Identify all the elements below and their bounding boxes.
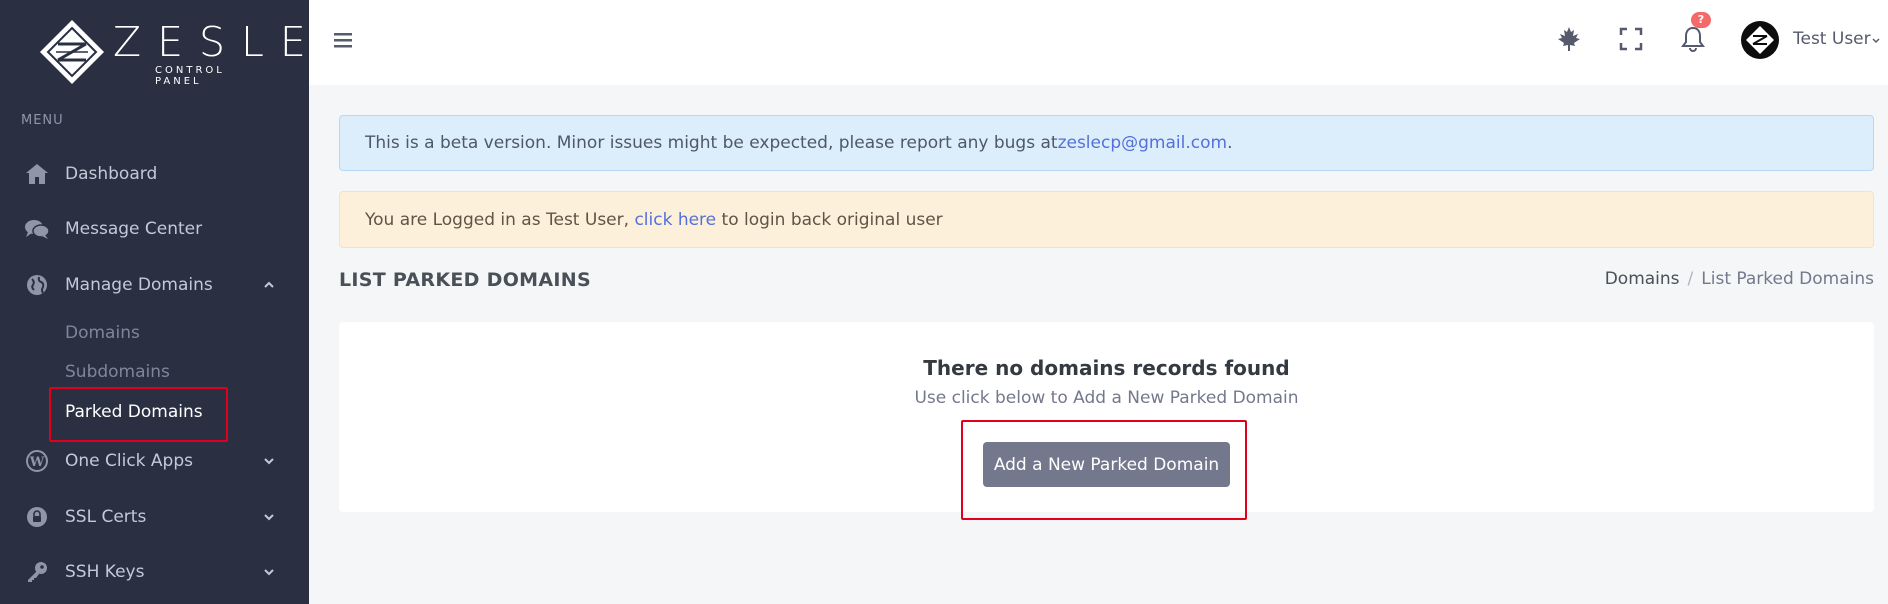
lock-icon: [24, 504, 50, 530]
menu-title: MENU: [21, 113, 64, 128]
chevron-down-icon: [264, 569, 274, 576]
breadcrumb-item-current: List Parked Domains: [1701, 269, 1874, 289]
breadcrumb-item-domains[interactable]: Domains: [1605, 269, 1680, 289]
maple-leaf-icon[interactable]: [1554, 24, 1584, 54]
sidebar-item-manage-domains[interactable]: Manage Domains: [0, 265, 309, 305]
sidebar-item-one-click-apps[interactable]: W One Click Apps: [0, 441, 309, 481]
chevron-up-icon: [264, 281, 274, 288]
home-icon: [24, 161, 50, 187]
beta-email-link[interactable]: zeslecp@gmail.com: [1058, 133, 1228, 153]
chevron-down-icon[interactable]: [1871, 36, 1881, 46]
brand-name: ZESLE: [113, 18, 322, 66]
login-alert-end: to login back original user: [716, 209, 943, 230]
topbar: ? Test User: [309, 0, 1888, 85]
key-icon: [24, 559, 50, 585]
sidebar-item-message-center[interactable]: Message Center: [0, 209, 309, 249]
beta-alert-text: This is a beta version. Minor issues mig…: [365, 133, 1058, 153]
beta-alert-end: .: [1227, 133, 1233, 153]
sidebar-item-label: SSH Keys: [65, 562, 145, 582]
login-alert: You are Logged in as Test User, click he…: [339, 191, 1874, 248]
highlight-box: [49, 387, 228, 442]
sidebar-item-ssh-keys[interactable]: SSH Keys: [0, 552, 309, 592]
sidebar-item-dashboard[interactable]: Dashboard: [0, 154, 309, 194]
sidebar: ZESLE CONTROL PANEL MENU Dashboard Messa…: [0, 0, 309, 604]
breadcrumb-separator: /: [1687, 269, 1694, 289]
fullscreen-icon[interactable]: [1616, 24, 1646, 54]
sidebar-item-label: Message Center: [65, 219, 203, 239]
chat-icon: [24, 216, 50, 242]
notification-badge: ?: [1691, 12, 1711, 28]
user-name[interactable]: Test User: [1793, 29, 1871, 49]
svg-text:W: W: [29, 455, 45, 470]
empty-state-subtitle: Use click below to Add a New Parked Doma…: [914, 388, 1299, 408]
highlight-box: [961, 420, 1247, 520]
brand-subtitle: CONTROL PANEL: [155, 65, 225, 87]
chevron-down-icon: [264, 514, 274, 521]
bell-icon[interactable]: [1678, 24, 1708, 54]
sidebar-item-label: One Click Apps: [65, 451, 193, 471]
hamburger-menu-icon[interactable]: [333, 30, 353, 50]
beta-alert: This is a beta version. Minor issues mig…: [339, 115, 1874, 171]
login-alert-text: You are Logged in as Test User,: [365, 209, 635, 230]
sidebar-item-label: Dashboard: [65, 164, 158, 184]
page-title: LIST PARKED DOMAINS: [339, 269, 591, 291]
sidebar-item-label: Manage Domains: [65, 275, 213, 295]
login-back-link[interactable]: click here: [634, 210, 716, 230]
sidebar-item-ssl-certs[interactable]: SSL Certs: [0, 497, 309, 537]
avatar-logo-icon: [1746, 26, 1774, 54]
zesle-logo-icon: [40, 20, 104, 84]
wordpress-icon: W: [24, 448, 50, 474]
sidebar-subitem-domains[interactable]: Domains: [65, 323, 140, 343]
logo[interactable]: ZESLE CONTROL PANEL: [38, 18, 306, 87]
avatar[interactable]: [1741, 21, 1779, 59]
sidebar-item-label: SSL Certs: [65, 507, 147, 527]
chevron-down-icon: [264, 458, 274, 465]
empty-state-title: There no domains records found: [923, 356, 1290, 380]
sidebar-subitem-subdomains[interactable]: Subdomains: [65, 362, 170, 382]
globe-icon: [24, 272, 50, 298]
breadcrumb: Domains / List Parked Domains: [1605, 269, 1874, 289]
